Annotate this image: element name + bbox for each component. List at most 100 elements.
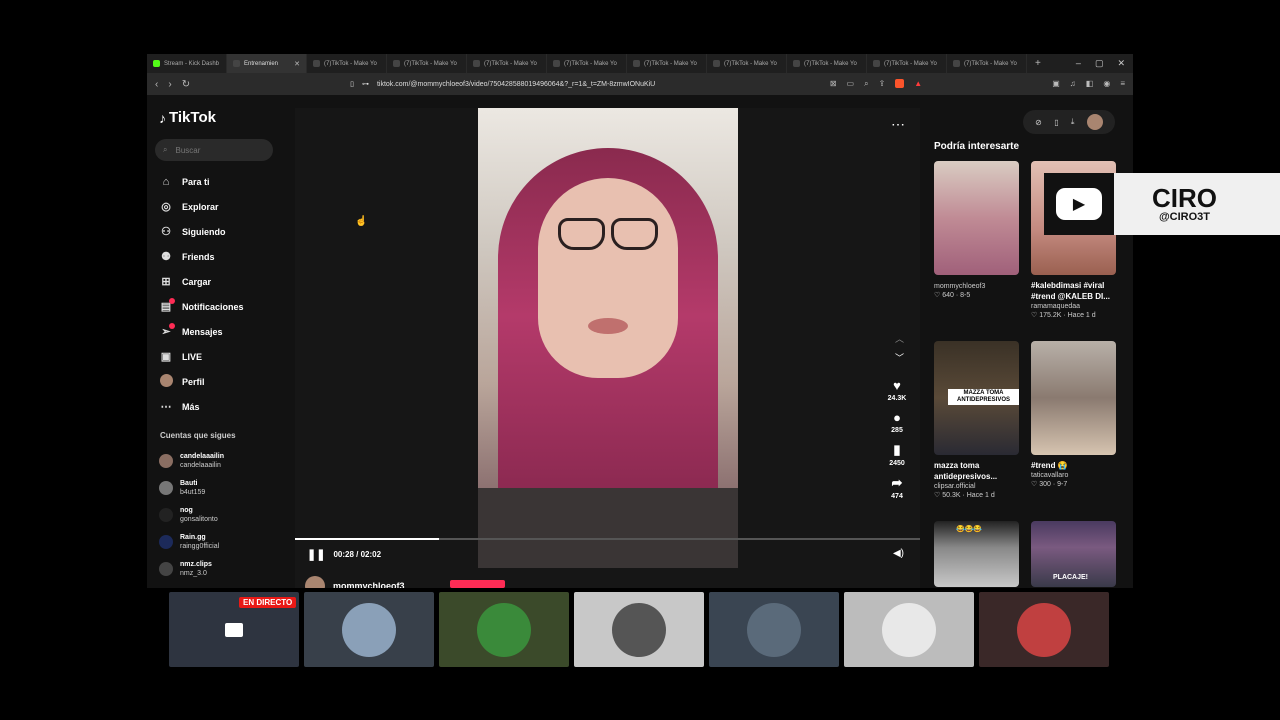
live-icon: ▣ <box>160 351 172 363</box>
coins-icon[interactable]: ⊘ <box>1035 118 1042 127</box>
vpn-icon[interactable]: ◉ <box>1103 79 1110 89</box>
menu-icon[interactable]: ≡ <box>1120 79 1125 89</box>
tab-tiktok[interactable]: (7)TikTok - Make Yo <box>307 54 387 73</box>
close-tab-icon[interactable]: ✕ <box>294 60 300 68</box>
maximize-icon[interactable]: ▢ <box>1095 58 1104 69</box>
following-list: candelaaailin candelaaailin Bauti b4ut159 … <box>159 447 224 582</box>
webcam-avatar <box>612 602 666 657</box>
download-icon[interactable]: ⤓ <box>1071 117 1075 127</box>
comment-button[interactable]: ● 285 <box>891 410 903 434</box>
related-card[interactable]: MAZZA TOMA ANTIDEPRESIVOS mazza toma ant… <box>934 341 1019 499</box>
following-account[interactable]: Bauti b4ut159 <box>159 474 224 501</box>
search-input[interactable]: ⌕ Buscar <box>155 139 273 161</box>
like-button[interactable]: ♥ 24.3K <box>888 378 907 402</box>
bookmark-icon[interactable]: ▯ <box>350 80 354 88</box>
share-icon[interactable]: ⇪ <box>879 79 886 89</box>
close-window-icon[interactable]: ✕ <box>1117 58 1125 69</box>
following-account[interactable]: candelaaailin candelaaailin <box>159 447 224 474</box>
tab-tiktok[interactable]: (7)TikTok - Make Yo <box>787 54 867 73</box>
related-card[interactable]: PLACAJE! <box>1031 521 1116 587</box>
tab-active[interactable]: Entrenamien ✕ <box>227 54 307 73</box>
webcam-tile <box>844 592 974 667</box>
following-account[interactable]: Rain.gg raingg0fficial <box>159 528 224 555</box>
tiktok-icon <box>473 60 480 67</box>
save-button[interactable]: ▮ 2450 <box>889 442 905 467</box>
channel-name: CIRO <box>1152 183 1217 213</box>
address-bar-actions: ⊠ ▭ ⌕ ⇪ ▲ ▣ ♫ ◧ ◉ ≡ <box>830 79 1125 89</box>
webcam-avatar <box>1017 602 1071 657</box>
sidebar-item-mas[interactable]: ⋯ Más <box>159 394 244 419</box>
minimize-icon[interactable]: – <box>1076 58 1081 69</box>
more-icon: ⋯ <box>160 401 172 413</box>
url-field[interactable]: ▯ ⊶ tiktok.com/@mommychloeof3/video/7504… <box>350 80 655 89</box>
tab-tiktok[interactable]: (7)TikTok - Make Yo <box>627 54 707 73</box>
cast-icon[interactable]: ▭ <box>847 79 855 89</box>
prev-video-icon[interactable]: ︿ <box>895 332 904 345</box>
tab-tiktok[interactable]: (7)TikTok - Make Yo <box>547 54 627 73</box>
progress-bar[interactable] <box>295 538 920 540</box>
tab-tiktok[interactable]: (7)TikTok - Make Yo <box>867 54 947 73</box>
brave-rewards-icon[interactable]: ▲ <box>914 79 922 89</box>
reload-icon[interactable]: ↻ <box>182 79 190 90</box>
tab-tiktok[interactable]: (7)TikTok - Make Yo <box>387 54 467 73</box>
split-view-icon[interactable]: ◧ <box>1086 79 1094 89</box>
zoom-icon[interactable]: ⌕ <box>864 79 868 89</box>
mouse-cursor-icon: ☝ <box>355 216 368 227</box>
forward-icon[interactable]: › <box>168 79 171 90</box>
media-icon[interactable]: ♫ <box>1070 79 1076 89</box>
video-subject-shirt <box>478 488 738 568</box>
webcam-tile <box>574 592 704 667</box>
brave-shield-icon[interactable] <box>895 79 905 88</box>
webcam-avatar <box>747 602 801 657</box>
sidebar-item-perfil[interactable]: Perfil <box>159 369 244 394</box>
video-frame[interactable] <box>478 108 738 568</box>
following-account[interactable]: nog gonsalitonto <box>159 501 224 528</box>
tiktok-icon <box>313 60 320 67</box>
sidebar-item-siguiendo[interactable]: ⚇ Siguiendo <box>159 219 244 244</box>
sidebar-item-mensajes[interactable]: ➢ Mensajes <box>159 319 244 344</box>
device-icon[interactable]: ▯ <box>1054 118 1058 127</box>
reader-icon[interactable]: ⊠ <box>830 79 837 89</box>
tiktok-logo[interactable]: ♪ TikTok <box>159 109 216 126</box>
sidebar-item-explorar[interactable]: ◎ Explorar <box>159 194 244 219</box>
video-player[interactable]: ☝ ⋯ ︿ ﹀ ♥ 24.3K ● 285 ▮ 2450 ➦ 474 ❚❚ 00:28 … <box>295 108 920 588</box>
author-row[interactable]: mommychloeof3 <box>305 576 405 588</box>
related-thumbnail <box>1031 341 1116 455</box>
video-subject-mouth <box>588 318 628 334</box>
home-icon: ⌂ <box>162 175 170 188</box>
volume-icon[interactable]: ◀) <box>893 548 904 559</box>
tab-tiktok[interactable]: (7)TikTok - Make Yo <box>707 54 787 73</box>
new-tab-icon[interactable]: + <box>1027 58 1049 69</box>
tab-kick[interactable]: Stream - Kick Dashb <box>147 54 227 73</box>
related-card[interactable]: #trend 😭 taticavallaro ♡ 300 · 9-7 <box>1031 341 1116 488</box>
next-video-icon[interactable]: ﹀ <box>895 351 904 364</box>
user-avatar[interactable] <box>1086 114 1103 130</box>
site-info-icon[interactable]: ⊶ <box>362 80 369 88</box>
sidebar-toggle-icon[interactable]: ▣ <box>1052 79 1060 89</box>
related-thumbnail: PLACAJE! <box>1031 521 1116 587</box>
following-account[interactable]: nmz.clips nmz_3.0 <box>159 555 224 582</box>
sidebar-item-live[interactable]: ▣ LIVE <box>159 344 244 369</box>
tab-tiktok[interactable]: (7)TikTok - Make Yo <box>947 54 1027 73</box>
heart-icon: ♥ <box>893 378 901 393</box>
webcam-tile: EN DIRECTO <box>169 592 299 667</box>
sidebar-item-cargar[interactable]: ⊞ Cargar <box>159 269 244 294</box>
tiktok-icon <box>953 60 960 67</box>
more-options-icon[interactable]: ⋯ <box>891 116 906 133</box>
sidebar-item-friends[interactable]: ⚉ Friends <box>159 244 244 269</box>
tab-tiktok[interactable]: (7)TikTok - Make Yo <box>467 54 547 73</box>
avatar <box>159 561 173 576</box>
channel-overlay: ▶ CIRO @CIRO3T <box>1044 173 1280 235</box>
sidebar-item-para-ti[interactable]: ⌂ Para ti <box>159 169 244 194</box>
pause-icon[interactable]: ❚❚ <box>307 548 325 561</box>
action-bar: ♥ 24.3K ● 285 ▮ 2450 ➦ 474 <box>884 378 910 500</box>
related-card[interactable]: mommychloeof3 ♡ 640 · 8-5 <box>934 161 1019 299</box>
back-icon[interactable]: ‹ <box>155 79 158 90</box>
sidebar-item-notificaciones[interactable]: ▤ Notificaciones <box>159 294 244 319</box>
play-icon: ▶ <box>1056 188 1102 220</box>
tab-bar: Stream - Kick Dashb Entrenamien ✕ (7)TikT… <box>147 54 1133 73</box>
share-button[interactable]: ➦ 474 <box>891 475 903 500</box>
follow-button[interactable] <box>450 580 505 588</box>
tiktok-logo-icon: ♪ <box>159 109 166 126</box>
related-card[interactable]: 😂😂😂 <box>934 521 1019 587</box>
